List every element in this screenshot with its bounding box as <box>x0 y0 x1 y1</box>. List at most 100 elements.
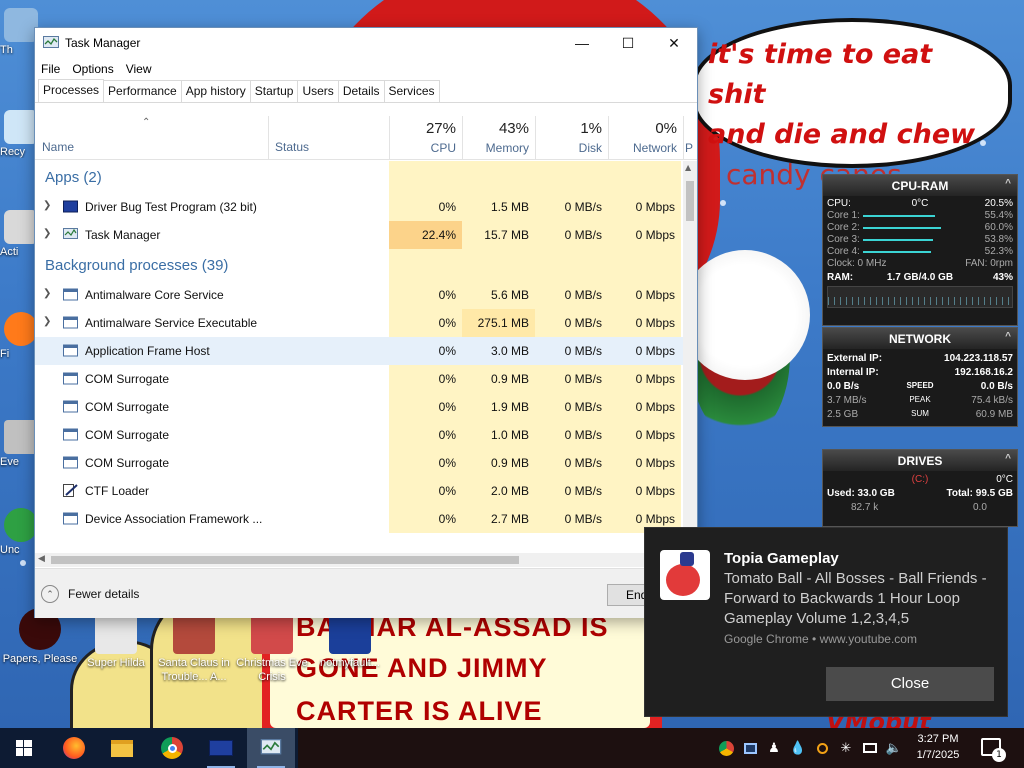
process-name: Antimalware Core Service <box>85 288 224 302</box>
column-disk[interactable]: 1% Disk <box>535 116 608 159</box>
memory-cell: 5.6 MB <box>462 281 535 309</box>
taskbar-firefox[interactable] <box>50 728 98 768</box>
column-network[interactable]: 0% Network <box>608 116 683 159</box>
network-cell: 0 Mbps <box>608 449 681 477</box>
menu-view[interactable]: View <box>126 62 164 76</box>
maximize-button[interactable]: ☐ <box>605 28 651 58</box>
collapse-caret-icon[interactable]: ^ <box>1005 178 1011 189</box>
table-row[interactable]: ❯ Antimalware Core Service 0% 5.6 MB 0 M… <box>35 281 683 309</box>
tab-startup[interactable]: Startup <box>249 80 299 102</box>
tray-volume-icon[interactable]: 🔈 <box>882 728 906 768</box>
tray-network-icon[interactable] <box>858 728 882 768</box>
fewer-details-label: Fewer details <box>68 587 140 601</box>
taskbar-clock[interactable]: 3:27 PM 1/7/2025 <box>906 731 970 763</box>
taskbar-chrome[interactable] <box>148 728 196 768</box>
taskbar-driver-bug-test[interactable] <box>197 728 245 768</box>
start-button[interactable] <box>0 728 48 768</box>
tray-network-share-icon[interactable]: ♟ <box>762 728 786 768</box>
notification-close-button[interactable]: Close <box>826 667 994 701</box>
desktop-icon-label: Th <box>0 44 13 56</box>
desktop-icon-super-hilda[interactable]: Super Hilda <box>78 612 154 670</box>
internal-ip-line: Internal IP: 192.168.16.2 <box>823 367 1017 379</box>
table-row[interactable]: CTF Loader 0% 2.0 MB 0 MB/s 0 Mbps <box>35 477 683 505</box>
close-button[interactable]: ✕ <box>651 28 697 58</box>
scroll-up-icon[interactable]: ▲ <box>685 163 691 172</box>
gadget-header: CPU-RAM ^ <box>823 175 1017 196</box>
scroll-left-icon[interactable]: ◀ <box>38 554 45 564</box>
table-row[interactable]: ❯ Task Manager 22.4% 15.7 MB 0 MB/s 0 Mb… <box>35 221 683 249</box>
column-power[interactable]: P <box>683 116 697 159</box>
scroll-thumb[interactable] <box>51 556 519 564</box>
column-cpu[interactable]: 27% CPU <box>389 116 462 159</box>
vertical-scrollbar[interactable]: ▲ <box>683 161 697 553</box>
network-cell: 0 Mbps <box>608 477 681 505</box>
tab-performance[interactable]: Performance <box>103 80 182 102</box>
expand-chevron-icon[interactable]: ❯ <box>43 288 51 299</box>
drive-line: (C:) 0°C <box>823 474 1017 486</box>
table-row[interactable]: COM Surrogate 0% 1.9 MB 0 MB/s 0 Mbps <box>35 393 683 421</box>
minimize-button[interactable]: — <box>559 28 605 58</box>
desktop-icon-notmyfault[interactable]: notmyfault... <box>312 612 388 670</box>
cell <box>608 161 681 193</box>
disk-cell: 0 MB/s <box>535 193 608 221</box>
taskbar-file-explorer[interactable] <box>98 728 146 768</box>
tray-droplet-icon[interactable]: 💧 <box>786 728 810 768</box>
group-header-apps[interactable]: Apps (2) <box>35 161 683 193</box>
window-app-icon <box>209 740 233 756</box>
gadget-title: DRIVES <box>897 454 943 468</box>
tab-processes[interactable]: Processes <box>38 79 105 102</box>
group-header-background[interactable]: Background processes (39) <box>35 249 683 281</box>
expand-chevron-icon[interactable]: ❯ <box>43 228 51 239</box>
tray-chrome-icon[interactable] <box>714 728 738 768</box>
table-row[interactable]: COM Surrogate 0% 1.0 MB 0 MB/s 0 Mbps <box>35 421 683 449</box>
cpu-label: CPU <box>430 141 456 155</box>
column-status-header[interactable]: Status <box>268 116 389 159</box>
title-bar[interactable]: Task Manager — ☐ ✕ <box>35 28 697 58</box>
taskbar: ♟ 💧 ✳ 🔈 3:27 PM 1/7/2025 1 <box>0 728 1024 768</box>
collapse-caret-icon[interactable]: ^ <box>1005 453 1011 464</box>
menu-options[interactable]: Options <box>72 62 125 76</box>
toast-notification[interactable]: Topia Gameplay Tomato Ball - All Bosses … <box>644 527 1008 717</box>
tab-users[interactable]: Users <box>297 80 339 102</box>
taskbar-task-manager[interactable] <box>247 728 295 768</box>
group-title: Background processes (39) <box>45 257 229 274</box>
service-window-icon <box>63 372 78 385</box>
horizontal-scrollbar[interactable]: ◀ ▶ <box>35 553 683 567</box>
desktop-icon-christmas-eve[interactable]: Christmas Eve Crisis <box>234 612 310 684</box>
ram-percent: 43% <box>992 272 1013 283</box>
menu-file[interactable]: File <box>41 62 72 76</box>
cpu-cell: 0% <box>389 365 462 393</box>
table-row[interactable]: ❯ Driver Bug Test Program (32 bit) 0% 1.… <box>35 193 683 221</box>
external-ip-label: External IP: <box>827 353 883 364</box>
collapse-caret-icon[interactable]: ^ <box>1005 331 1011 342</box>
tray-monitor-icon[interactable] <box>738 728 762 768</box>
desktop-icon-label: Recy <box>0 146 26 158</box>
tab-app-history[interactable]: App history <box>180 80 251 102</box>
table-row[interactable]: ❯ Antimalware Service Executable 0% 275.… <box>35 309 683 337</box>
expand-chevron-icon[interactable]: ❯ <box>43 316 51 327</box>
process-name: COM Surrogate <box>85 372 170 386</box>
graph-line <box>828 297 1012 305</box>
column-memory[interactable]: 43% Memory <box>462 116 535 159</box>
table-row[interactable]: COM Surrogate 0% 0.9 MB 0 MB/s 0 Mbps <box>35 365 683 393</box>
desktop-icon-label: Unc <box>0 544 20 556</box>
expand-chevron-icon[interactable]: ❯ <box>43 200 51 211</box>
tab-services[interactable]: Services <box>383 80 440 102</box>
column-name[interactable]: Name <box>42 140 74 154</box>
tab-details[interactable]: Details <box>337 80 385 102</box>
gadget-title: CPU-RAM <box>891 179 949 193</box>
core-label: Core 3: <box>827 234 860 245</box>
network-cell: 0 Mbps <box>608 221 681 249</box>
fewer-details-button[interactable]: ⌃ Fewer details <box>41 585 139 603</box>
table-row[interactable]: Application Frame Host 0% 3.0 MB 0 MB/s … <box>35 337 683 365</box>
tray-search-icon[interactable] <box>810 728 834 768</box>
app-icon <box>4 508 38 542</box>
droplet-icon: 💧 <box>789 740 807 756</box>
process-name: Task Manager <box>85 228 161 242</box>
scroll-thumb[interactable] <box>686 181 694 221</box>
table-row[interactable]: Device Association Framework ... 0% 2.7 … <box>35 505 683 533</box>
tray-sparkle-icon[interactable]: ✳ <box>834 728 858 768</box>
desktop-icon-santa-claus[interactable]: Santa Claus in Trouble... A... <box>156 612 232 684</box>
table-row[interactable]: COM Surrogate 0% 0.9 MB 0 MB/s 0 Mbps <box>35 449 683 477</box>
christmas-eve-icon <box>251 612 293 654</box>
